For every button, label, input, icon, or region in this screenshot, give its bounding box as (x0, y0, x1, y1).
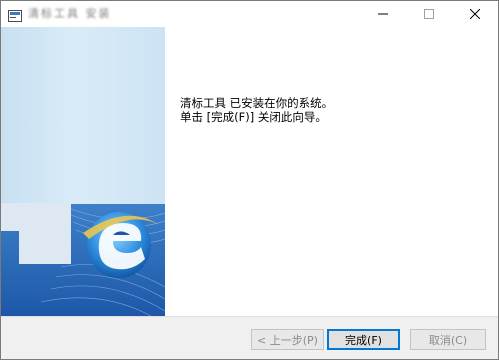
ie-logo-banner (1, 203, 165, 316)
minimize-button[interactable] (360, 1, 406, 27)
cancel-button[interactable]: 取消(C) (410, 329, 486, 350)
minimize-icon (378, 13, 388, 15)
sidebar-banner (1, 27, 165, 316)
close-icon (470, 9, 480, 19)
finish-instruction-message: 单击 [完成(F)] 关闭此向导。 (180, 110, 327, 124)
title-bar[interactable]: 清标工具 安装 (1, 1, 498, 27)
button-bar: < 上一步(P) 完成(F) 取消(C) (1, 316, 498, 359)
installer-icon (8, 7, 22, 22)
window-title: 清标工具 安装 (28, 7, 112, 20)
back-button[interactable]: < 上一步(P) (251, 329, 324, 350)
close-button[interactable] (452, 1, 498, 27)
maximize-button[interactable] (406, 1, 452, 27)
installer-window: 清标工具 安装 清标工具 已安装在你的系统。 单击 [完成(F)] 关闭此向导。… (0, 0, 499, 360)
finish-button[interactable]: 完成(F) (327, 329, 400, 350)
maximize-icon (424, 9, 434, 19)
content-panel: 清标工具 已安装在你的系统。 单击 [完成(F)] 关闭此向导。 (165, 27, 498, 316)
